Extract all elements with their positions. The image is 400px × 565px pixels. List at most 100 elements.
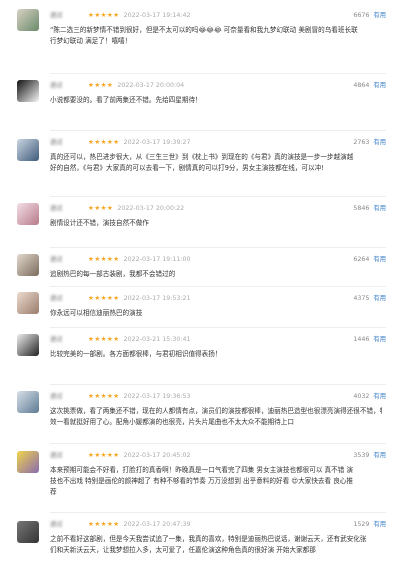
review-text-line: 你永远可以相信迪丽热巴的演技 <box>50 309 143 317</box>
review-text-line: “陈二选三的新梦情不错到很好，但是不太可以的吗😂😂😂 可奈量看和我九梦幻联动 美… <box>50 26 358 34</box>
review-header: 进过 ★★★★★ 2022-03-21 15:30:41 1446 有用 <box>50 334 386 346</box>
divider <box>50 443 386 444</box>
review-date: 2022-03-17 20:00:22 <box>117 205 185 212</box>
vote-area: 1529 有用 <box>353 519 386 528</box>
useful-count: 1529 <box>353 521 370 528</box>
review-header: 进过 ★★★★ 2022-03-17 20:00:04 4864 有用 <box>50 80 386 92</box>
review-date: 2022-03-21 15:30:41 <box>123 336 191 343</box>
user-avatar[interactable] <box>17 80 39 102</box>
star-rating: ★★★★★ <box>88 138 120 146</box>
star-rating: ★★★★★ <box>88 451 120 459</box>
divider <box>50 512 386 513</box>
divider <box>50 384 386 385</box>
review-date: 2022-03-17 20:47:39 <box>123 521 191 528</box>
review-header: 进过 ★★★★ 2022-03-17 20:00:22 5846 有用 <box>50 203 386 215</box>
divider <box>50 327 386 328</box>
useful-button[interactable]: 有用 <box>373 139 386 146</box>
review-text-line: 小说都要没的。看了前两集还不错。先给四星期待！ <box>50 96 202 104</box>
review-text-line: 荐 <box>50 488 57 496</box>
review-date: 2022-03-17 19:14:42 <box>123 12 191 19</box>
review-text-line: 效一看就挺好用了心。配角小媛都演的也很亮，片头片尾曲也不太大众不能期待上口 <box>50 418 294 426</box>
review-date: 2022-03-17 19:36:53 <box>123 393 191 400</box>
star-rating: ★★★★★ <box>88 255 120 263</box>
star-rating: ★★★★ <box>88 204 114 212</box>
username[interactable]: 进过 <box>50 293 86 302</box>
user-avatar[interactable] <box>17 139 39 161</box>
user-avatar[interactable] <box>17 9 39 31</box>
user-avatar[interactable] <box>17 391 39 413</box>
username[interactable]: 进过 <box>50 254 86 263</box>
vote-area: 5846 有用 <box>353 203 386 212</box>
username[interactable]: 进过 <box>50 334 86 343</box>
review-text-line: 剧情设计还不错，演技自然不做作 <box>50 219 149 227</box>
review-text-line: 比较完美的一部剧。各方面都很棒，与君初相识值得表扬！ <box>50 350 222 358</box>
review-text-line: 本来预期可能会不好看，打脸打的真香啊！昨晚真是一口气看完了四集 男女主演技也都很… <box>50 466 354 474</box>
username[interactable]: 进过 <box>50 519 86 528</box>
useful-button[interactable]: 有用 <box>373 205 386 212</box>
vote-area: 4032 有用 <box>353 391 386 400</box>
vote-area: 6264 有用 <box>353 254 386 263</box>
username[interactable]: 进过 <box>50 10 86 19</box>
star-rating: ★★★★★ <box>88 520 120 528</box>
useful-button[interactable]: 有用 <box>373 295 386 302</box>
username[interactable]: 进过 <box>50 391 86 400</box>
vote-area: 2763 有用 <box>353 137 386 146</box>
review-text-line: 技也不出戏 特别是画伦的颜神超了 有种不够看的节奏 万万没想到 出乎意料的好看 … <box>50 477 353 485</box>
username[interactable]: 进过 <box>50 450 86 459</box>
vote-area: 4375 有用 <box>353 293 386 302</box>
vote-area: 6676 有用 <box>353 10 386 19</box>
review-header: 进过 ★★★★★ 2022-03-17 20:47:39 1529 有用 <box>50 519 386 531</box>
divider <box>50 286 386 287</box>
review-text-line: 之前不看好这部剧，但是今天我尝试追了一集，我真的喜欢，特别是迪丽热巴说话，谢谢云… <box>50 535 367 543</box>
star-rating: ★★★★★ <box>88 294 120 302</box>
review-date: 2022-03-17 19:11:00 <box>123 256 191 263</box>
review-header: 进过 ★★★★★ 2022-03-17 20:45:02 3539 有用 <box>50 450 386 462</box>
useful-button[interactable]: 有用 <box>373 256 386 263</box>
useful-count: 4375 <box>353 295 370 302</box>
review-text-line: 们和天新沃云天，让我梦想拉入多，太可爱了，任嘉伦演这种角色真的很好演 开始大家都… <box>50 546 316 554</box>
review-header: 进过 ★★★★★ 2022-03-17 19:11:00 6264 有用 <box>50 254 386 266</box>
username[interactable]: 进过 <box>50 137 86 146</box>
useful-button[interactable]: 有用 <box>373 452 386 459</box>
star-rating: ★★★★ <box>88 81 114 89</box>
useful-count: 6676 <box>353 12 370 19</box>
divider <box>50 247 386 248</box>
useful-count: 5846 <box>353 205 370 212</box>
useful-count: 6264 <box>353 256 370 263</box>
review-text-line: 追剧热巴的每一部古装剧，我都不会错过的 <box>50 270 176 278</box>
review-text-line: 这次挑票做，看了两集还不错，现在的人都情有点，演员们的演技都很棒，迪丽热巴造型也… <box>50 407 382 415</box>
useful-count: 1446 <box>353 336 370 343</box>
useful-count: 4032 <box>353 393 370 400</box>
useful-button[interactable]: 有用 <box>373 336 386 343</box>
review-date: 2022-03-17 19:39:27 <box>123 139 191 146</box>
user-avatar[interactable] <box>17 292 39 314</box>
review-date: 2022-03-17 20:45:02 <box>123 452 191 459</box>
useful-button[interactable]: 有用 <box>373 393 386 400</box>
review-date: 2022-03-17 20:00:04 <box>117 82 185 89</box>
review-date: 2022-03-17 19:53:21 <box>123 295 191 302</box>
review-text-line: 行梦幻联动 满足了！嘻嘻！ <box>50 37 132 45</box>
star-rating: ★★★★★ <box>88 335 120 343</box>
useful-count: 4864 <box>353 82 370 89</box>
review-text-line: 好的自然，《与君》大家真的可以去看一下，剧情真的可以打9分，男女主演技都在线，可… <box>50 164 324 172</box>
username[interactable]: 进过 <box>50 80 86 89</box>
user-avatar[interactable] <box>17 203 39 225</box>
useful-button[interactable]: 有用 <box>373 82 386 89</box>
useful-button[interactable]: 有用 <box>373 521 386 528</box>
star-rating: ★★★★★ <box>88 11 120 19</box>
vote-area: 3539 有用 <box>353 450 386 459</box>
review-header: 进过 ★★★★★ 2022-03-17 19:39:27 2763 有用 <box>50 137 386 149</box>
useful-count: 3539 <box>353 452 370 459</box>
divider <box>50 196 386 197</box>
user-avatar[interactable] <box>17 451 39 473</box>
user-avatar[interactable] <box>17 334 39 356</box>
username[interactable]: 进过 <box>50 203 86 212</box>
user-avatar[interactable] <box>17 254 39 276</box>
useful-button[interactable]: 有用 <box>373 12 386 19</box>
useful-count: 2763 <box>353 139 370 146</box>
user-avatar[interactable] <box>17 521 39 543</box>
review-text-line: 真的还可以，热巴进步很大，从《三生三世》到《枕上书》到现在的《与君》真的演技是一… <box>50 153 354 161</box>
vote-area: 1446 有用 <box>353 334 386 343</box>
review-header: 进过 ★★★★★ 2022-03-17 19:36:53 4032 有用 <box>50 391 386 403</box>
vote-area: 4864 有用 <box>353 80 386 89</box>
